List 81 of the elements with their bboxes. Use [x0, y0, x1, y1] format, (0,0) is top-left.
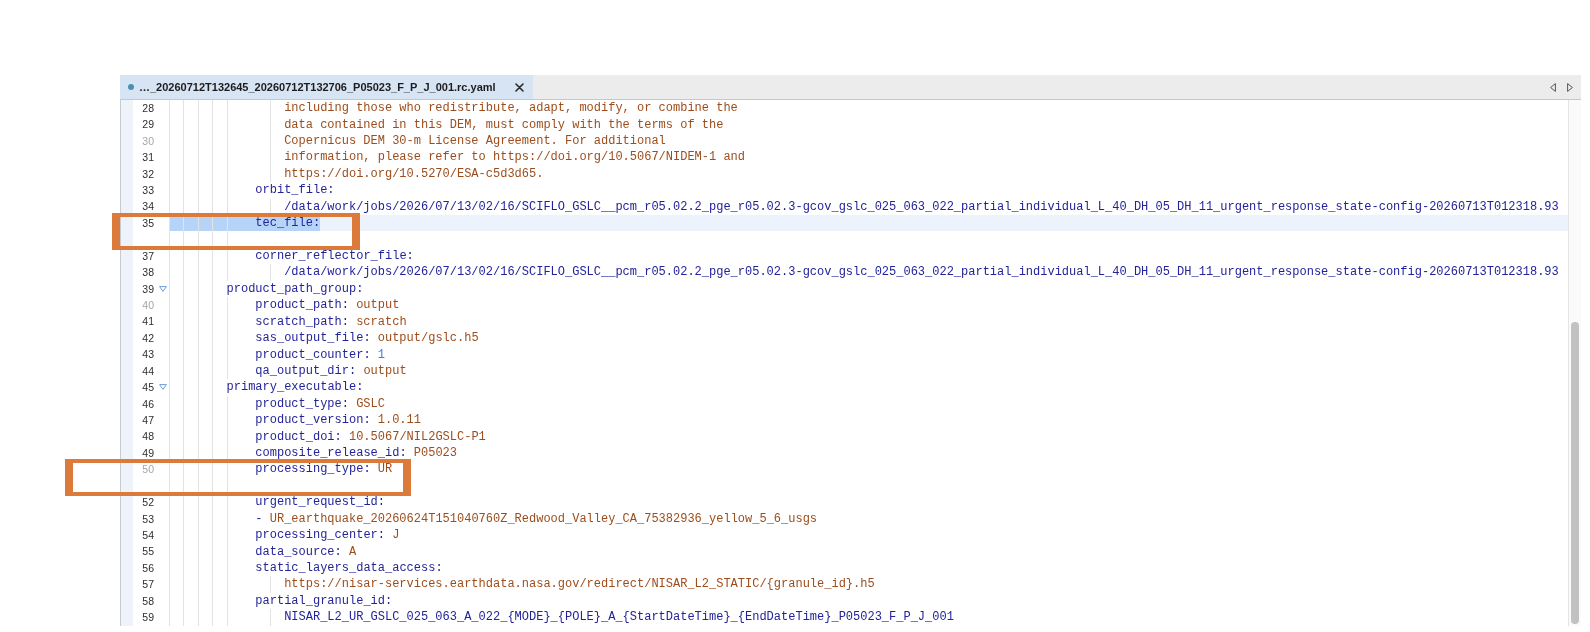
- line-number: 50: [142, 464, 154, 475]
- line-number: 31: [142, 152, 154, 163]
- yaml-value: J: [392, 529, 400, 542]
- line-number: 58: [142, 595, 154, 607]
- left-triangle-icon[interactable]: [1550, 82, 1556, 92]
- line-number: 48: [142, 431, 154, 442]
- yaml-key: scratch_path:: [255, 315, 349, 328]
- close-icon[interactable]: [514, 82, 524, 92]
- code-text: including those who redistribute, adapt, modify, or combine the: [284, 102, 738, 115]
- line-number: 52: [142, 497, 154, 508]
- yaml-key: product_path_group:: [226, 282, 364, 295]
- line-number: 49: [142, 447, 154, 459]
- code-text: /data/work/jobs/2026/07/13/02/16/SCIFLO_GSLC__pcm_r05.02.2_pge_r05.02.3-gcov_gslc_025_063_022_partial_individual_L_40_DH_05_DH_11_urgent_response_state-config-20260713T012318.93: [284, 200, 1559, 213]
- yaml-value: P05023: [413, 447, 457, 460]
- yaml-key: tec_file:: [255, 217, 321, 230]
- yaml-key: product_counter:: [255, 348, 371, 361]
- code-text: Copernicus DEM 30-m License Agreement. For additional: [284, 135, 666, 148]
- scrollbar-thumb[interactable]: [1571, 322, 1579, 624]
- editor-tab[interactable]: …_20260712T132645_20260712T132706_P05023_F_P_J_001.rc.yaml: [120, 75, 533, 99]
- line-number: 57: [142, 579, 154, 590]
- yaml-value: 1.0.11: [377, 414, 421, 427]
- yaml-value: output: [363, 364, 407, 377]
- yaml-key: product_path:: [255, 299, 349, 312]
- line-number: 55: [142, 546, 154, 557]
- line-number: 56: [142, 562, 154, 574]
- yaml-value: output: [356, 299, 400, 312]
- line-number: 40: [142, 300, 154, 311]
- line-number: 29: [142, 119, 154, 130]
- code-text: NISAR_L2_UR_GSLC_025_063_A_022_{MODE}_{POLE}_A_{StartDateTime}_{EndDateTime}_P05023_F_P_J_001: [284, 611, 954, 624]
- line-number: 41: [142, 316, 154, 327]
- yaml-key: composite_release_id:: [255, 447, 407, 460]
- code-text: data contained in this DEM, must comply with the terms of the: [284, 118, 724, 131]
- line-number: 30: [142, 135, 154, 147]
- list-dash: -: [255, 512, 263, 525]
- yaml-key: partial_granule_id:: [255, 594, 393, 607]
- line-number: 37: [142, 250, 154, 262]
- yaml-value: A: [348, 545, 357, 558]
- yaml-value: 1: [377, 348, 385, 361]
- yaml-key: primary_executable:: [226, 381, 364, 394]
- yaml-key: orbit_file:: [255, 184, 335, 197]
- line-number: 35: [142, 217, 154, 229]
- line-number: 38: [142, 267, 154, 278]
- yaml-key: processing_type:: [255, 463, 371, 476]
- fold-down-triangle-icon[interactable]: [159, 384, 167, 391]
- yaml-value: GSLC: [356, 397, 385, 410]
- code-text: https://nisar-services.earthdata.nasa.gov/redirect/NISAR_L2_STATIC/{granule_id}.h5: [284, 578, 875, 591]
- line-number: 46: [142, 398, 154, 410]
- code-text: UR_earthquake_20260624T151040760Z_Redwood_Valley_CA_75382936_yellow_5_6_usgs: [269, 512, 818, 525]
- code-text: /data/work/jobs/2026/07/13/02/16/SCIFLO_GSLC__pcm_r05.02.2_pge_r05.02.3-gcov_gslc_025_063_022_partial_individual_L_40_DH_05_DH_11_urgent_response_state-config-20260713T012318.93: [284, 266, 1559, 279]
- yaml-key: urgent_request_id:: [255, 496, 385, 509]
- line-number: 43: [142, 349, 154, 360]
- yaml-value: scratch: [356, 315, 407, 328]
- yaml-key: sas_output_file:: [255, 332, 371, 345]
- line-number: 53: [142, 513, 154, 524]
- yaml-value: UR: [377, 463, 393, 476]
- line-number: 44: [142, 365, 154, 377]
- line-number: 59: [142, 612, 154, 623]
- line-number: 47: [142, 414, 154, 426]
- line-number: 34: [142, 201, 154, 212]
- code-text: information, please refer to https://doi.org/10.5067/NIDEM-1 and: [284, 151, 745, 164]
- status-dot-icon: [128, 84, 134, 90]
- line-number: 28: [142, 102, 154, 114]
- line-number: 32: [142, 168, 154, 180]
- fold-down-triangle-icon[interactable]: [159, 285, 167, 292]
- right-triangle-icon[interactable]: [1567, 82, 1573, 92]
- yaml-key: data_source:: [255, 545, 342, 558]
- line-number: 39: [142, 283, 154, 295]
- yaml-key: product_type:: [255, 397, 349, 410]
- yaml-key: product_version:: [255, 414, 371, 427]
- yaml-key: static_layers_data_access:: [255, 562, 443, 574]
- yaml-key: corner_reflector_file:: [255, 250, 414, 262]
- yaml-value: 10.5067/NIL2GSLC-P1: [348, 430, 486, 443]
- line-number: 33: [142, 185, 154, 196]
- yaml-value: output/gslc.h5: [377, 332, 479, 345]
- yaml-key: qa_output_dir:: [255, 364, 357, 377]
- yaml-key: product_doi:: [255, 430, 342, 443]
- line-number: 42: [142, 332, 154, 344]
- line-number: 54: [142, 529, 154, 541]
- line-number: 45: [142, 382, 154, 393]
- yaml-key: processing_center:: [255, 529, 385, 542]
- code-text: https://doi.org/10.5270/ESA-c5d3d65.: [284, 167, 544, 180]
